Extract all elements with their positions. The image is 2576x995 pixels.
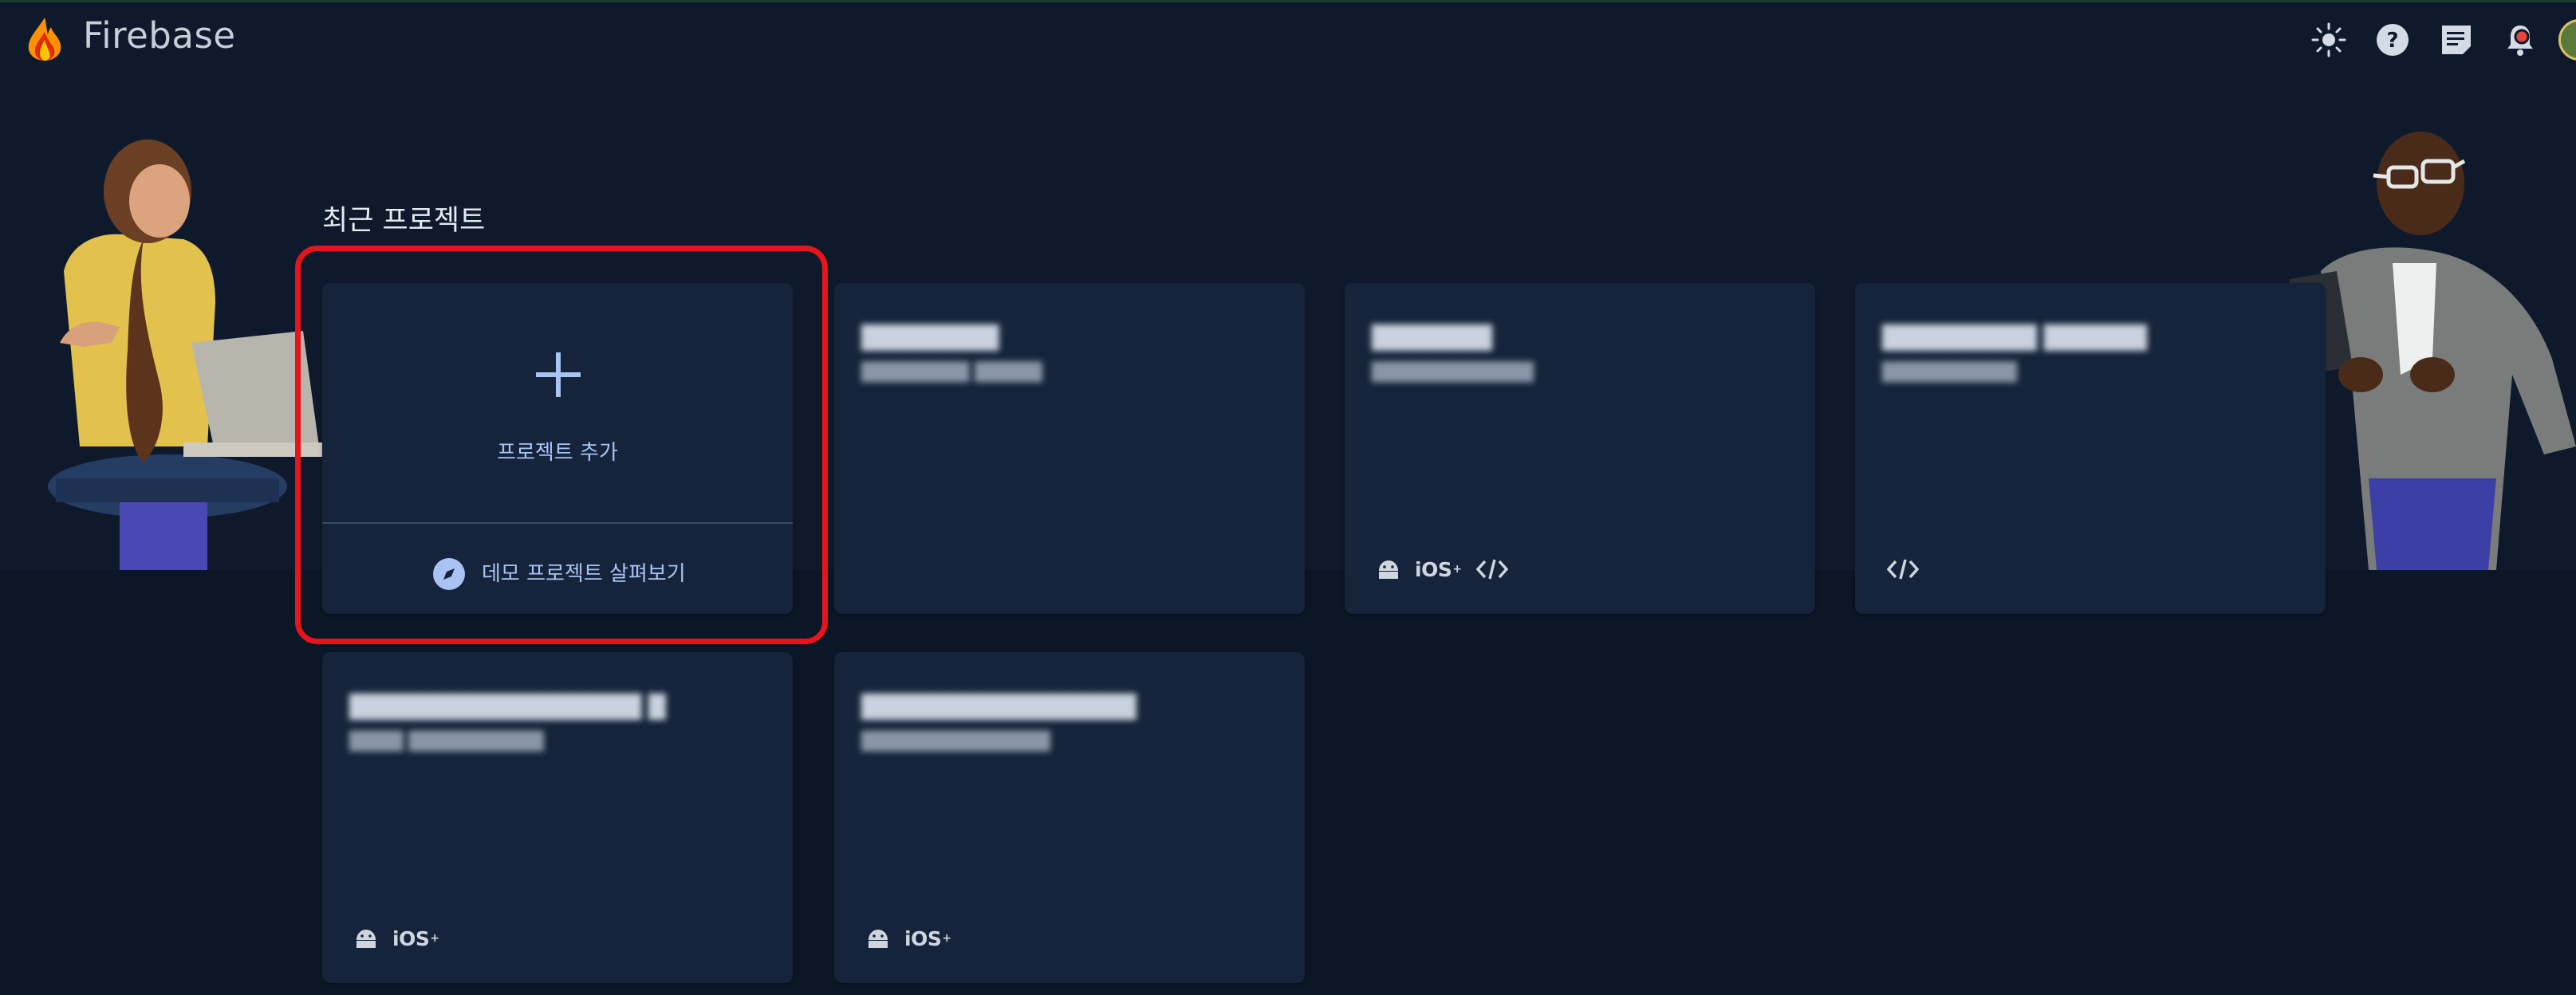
project-id: ████████████ (1372, 363, 1534, 383)
web-icon (1887, 559, 1919, 580)
android-icon (1379, 560, 1398, 579)
project-id: ██████████████ (861, 732, 1050, 752)
ios-icon: iOS + (392, 926, 439, 950)
android-icon (356, 930, 376, 948)
firebase-console-page: Firebase ? 최근 프로젝트 프로젝트 추가 데모 프로젝트 살펴보기 … (0, 0, 2576, 995)
notifications-icon[interactable] (2501, 21, 2539, 59)
platform-icons (1887, 553, 1919, 585)
help-icon[interactable]: ? (2373, 21, 2412, 59)
project-name: ███████ (1372, 324, 1492, 351)
project-card[interactable]: █████████ ██████ ██████████ (1855, 283, 2326, 614)
add-project-button[interactable]: 프로젝트 추가 (322, 283, 793, 522)
project-id: ████ ██████████ (349, 732, 544, 752)
add-project-card[interactable]: 프로젝트 추가 데모 프로젝트 살펴보기 (322, 283, 793, 614)
svg-text:?: ? (2386, 29, 2398, 53)
woman-illustration (48, 140, 335, 570)
project-card[interactable]: ███████ ████████████ iOS + (1345, 283, 1815, 614)
project-card[interactable]: █████████████████ █ ████ ██████████ iOS + (322, 652, 793, 983)
brand-title[interactable]: Firebase (83, 14, 236, 57)
firebase-logo-icon[interactable] (24, 16, 65, 62)
ios-icon: iOS + (904, 926, 951, 950)
top-bar: Firebase ? (0, 0, 2576, 80)
web-icon (1475, 559, 1508, 580)
project-card[interactable]: ████████████████ ██████████████ iOS + (834, 652, 1305, 983)
recent-projects-title: 최근 프로젝트 (322, 205, 486, 237)
account-avatar[interactable] (2558, 19, 2576, 61)
project-name: █████████████████ █ (349, 694, 666, 720)
explore-demo-project-button[interactable]: 데모 프로젝트 살펴보기 (322, 524, 793, 614)
explore-demo-project-label: 데모 프로젝트 살펴보기 (482, 562, 686, 586)
feedback-icon[interactable] (2437, 21, 2476, 59)
platform-icons: iOS + (1377, 553, 1508, 585)
android-icon (869, 930, 888, 948)
compass-icon (433, 558, 465, 590)
theme-icon[interactable] (2310, 21, 2348, 59)
plus-icon (536, 352, 581, 397)
platform-icons: iOS + (866, 922, 951, 954)
ios-icon: iOS + (1415, 557, 1462, 581)
project-name: █████████ ██████ (1882, 324, 2147, 351)
project-id: ████████ █████ (861, 363, 1042, 383)
project-name: ████████ (861, 324, 999, 351)
platform-icons: iOS + (354, 922, 439, 954)
add-project-label: 프로젝트 추가 (497, 441, 618, 465)
project-card[interactable]: ████████ ████████ █████ (834, 283, 1305, 614)
project-name: ████████████████ (861, 694, 1136, 720)
project-id: ██████████ (1882, 363, 2018, 383)
